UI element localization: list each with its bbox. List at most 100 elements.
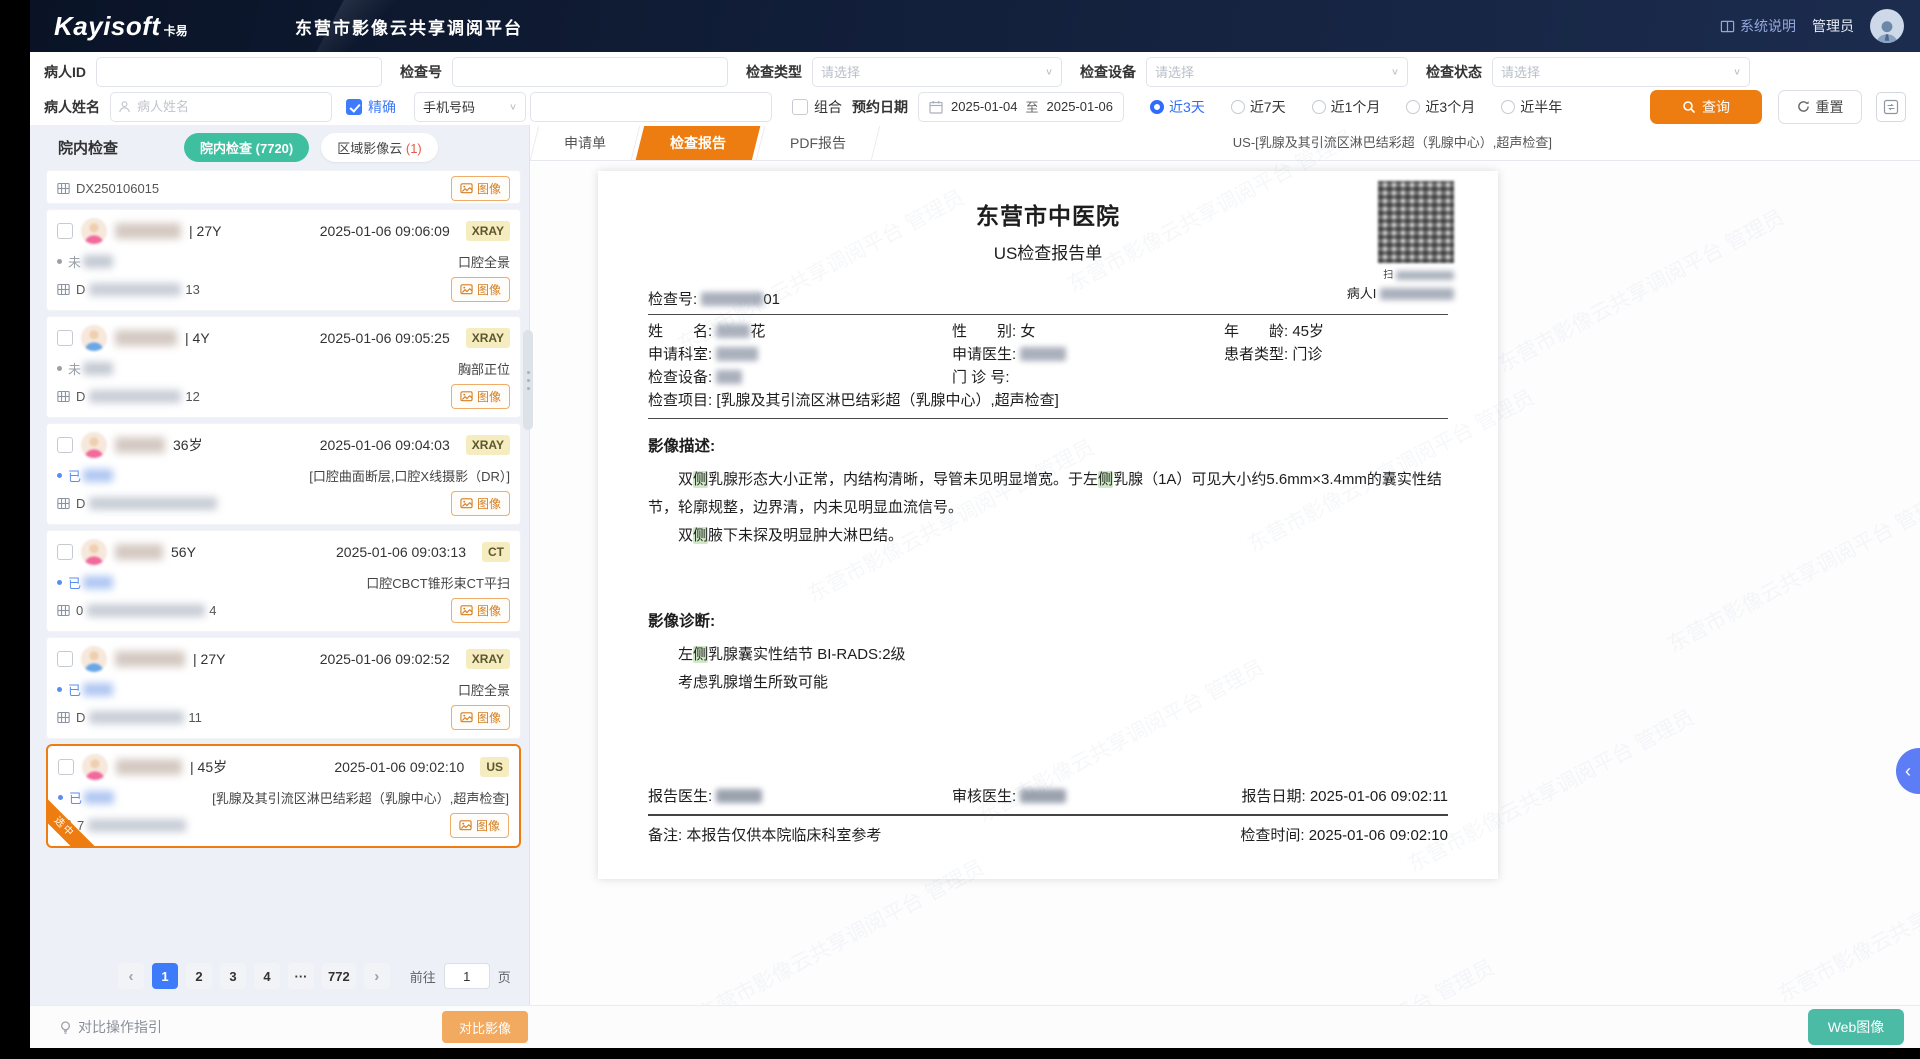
date-label: 预约日期 [852, 97, 908, 117]
accession-number: D [76, 710, 85, 725]
accession-number: 7 [77, 818, 84, 833]
accession-number: D [76, 282, 85, 297]
quick-range-近半年[interactable]: 近半年 [1501, 97, 1562, 117]
tab-request-form[interactable]: 申请单 [534, 126, 636, 160]
compare-guide-label: 对比操作指引 [78, 1017, 162, 1037]
book-icon [1720, 19, 1735, 34]
modality-badge: XRAY [466, 328, 510, 348]
date-to: 2025-01-06 [1047, 99, 1114, 114]
left-panel-title: 院内检查 [58, 137, 118, 158]
exam-list-item[interactable]: | 27Y2025-01-06 09:02:52XRAY已口腔全景D11图像 [46, 637, 521, 739]
image-button[interactable]: 图像 [451, 598, 510, 623]
exam-checkbox[interactable] [57, 437, 73, 453]
patient-id-input[interactable] [96, 57, 382, 87]
redacted-text [83, 255, 113, 268]
film-grid-icon [58, 819, 71, 832]
redacted-text [716, 324, 750, 338]
report-panel: 东营市影像云共享调阅平台 管理员东营市影像云共享调阅平台 管理员东营市影像云共享… [530, 125, 1920, 1005]
reset-button[interactable]: 重置 [1778, 90, 1862, 124]
logo: Kayisoft 卡易 [30, 11, 330, 42]
redacted-text [88, 819, 186, 832]
exam-status-select[interactable]: 请选择 ∨ [1492, 57, 1750, 87]
accession-number: D [76, 389, 85, 404]
image-button[interactable]: 图像 [451, 277, 510, 302]
exam-checkbox[interactable] [57, 544, 73, 560]
image-button[interactable]: 图像 [451, 491, 510, 516]
quick-range-近1个月[interactable]: 近1个月 [1312, 97, 1381, 117]
note-label: 备注: [648, 827, 682, 844]
switch-view-button[interactable] [1876, 92, 1906, 122]
redacted-patient-name [115, 651, 185, 667]
pagination: ‹ 1234···772 › 前往 页 [30, 947, 529, 1005]
goto-page-input[interactable] [444, 963, 490, 989]
exam-list-item[interactable]: 36岁2025-01-06 09:04:03XRAY已[口腔曲面断层,口腔X线摄… [46, 423, 521, 525]
status-text: 已 [68, 680, 81, 699]
system-help-label: 系统说明 [1740, 16, 1796, 36]
exam-checkbox[interactable] [57, 223, 73, 239]
pagination-ellipsis[interactable]: ··· [288, 963, 314, 989]
exam-checkbox[interactable] [57, 651, 73, 667]
redacted-text [89, 283, 181, 296]
exact-checkbox[interactable] [346, 99, 362, 115]
quick-range-近3天[interactable]: 近3天 [1150, 97, 1205, 117]
compare-guide-link[interactable]: 对比操作指引 [58, 1017, 162, 1037]
pagination-prev-button[interactable]: ‹ [118, 963, 144, 989]
combo-checkbox[interactable] [792, 99, 808, 115]
pagination-page-2[interactable]: 2 [186, 963, 212, 989]
search-button[interactable]: 查询 [1650, 90, 1762, 124]
tab-regional-cloud[interactable]: 区域影像云 (1) [321, 133, 438, 162]
exam-description: [口腔曲面断层,口腔X线摄影（DR）] [309, 466, 510, 485]
exam-device-select[interactable]: 请选择 ∨ [1146, 57, 1408, 87]
exam-list-item[interactable]: | 27Y2025-01-06 09:06:09XRAY未口腔全景D13图像 [46, 209, 521, 311]
compare-images-button[interactable]: 对比影像 [442, 1011, 528, 1043]
pagination-page-4[interactable]: 4 [254, 963, 280, 989]
exact-checkbox-group[interactable]: 精确 [346, 97, 396, 117]
pagination-page-1[interactable]: 1 [152, 963, 178, 989]
modality-badge: US [480, 757, 509, 777]
quick-range-近3个月[interactable]: 近3个月 [1406, 97, 1475, 117]
date-separator: 至 [1026, 97, 1039, 116]
panel-resize-handle[interactable] [523, 330, 533, 430]
exam-description: 口腔CBCT锥形束CT平扫 [366, 573, 510, 592]
filter-bar: 病人ID 检查号 检查类型 请选择 ∨ 检查设备 请选择 ∨ 检查状态 请选择 … [30, 52, 1920, 125]
qr-code [1378, 181, 1454, 263]
pagination-page-772[interactable]: 772 [322, 963, 356, 989]
image-button[interactable]: 图像 [451, 384, 510, 409]
logo-divider [316, 0, 414, 52]
exam-list-item[interactable]: DX250106015图像 [46, 170, 521, 204]
field-gender-label: 性 别: [952, 323, 1016, 340]
tab-exam-report[interactable]: 检查报告 [640, 126, 756, 160]
date-range-picker[interactable]: 2025-01-04 至 2025-01-06 [918, 92, 1124, 122]
image-button-label: 图像 [477, 180, 501, 197]
phone-type-select[interactable]: 手机号码 ∨ [414, 92, 526, 122]
image-button[interactable]: 图像 [451, 705, 510, 730]
system-help-link[interactable]: 系统说明 [1720, 16, 1796, 36]
tab-internal-exams[interactable]: 院内检查 (7720) [184, 133, 309, 162]
exam-list-item[interactable]: | 45岁2025-01-06 09:02:10US已[乳腺及其引流区淋巴结彩超… [46, 744, 521, 848]
pagination-next-button[interactable]: › [364, 963, 390, 989]
patient-age: | 27Y [193, 651, 225, 667]
patient-avatar [81, 218, 107, 244]
exam-list-item[interactable]: | 4Y2025-01-06 09:05:25XRAY未胸部正位D12图像 [46, 316, 521, 418]
patient-avatar-icon [81, 539, 107, 565]
patient-name-input[interactable] [110, 92, 332, 122]
web-image-button[interactable]: Web图像 [1808, 1009, 1904, 1045]
quick-range-近7天[interactable]: 近7天 [1231, 97, 1286, 117]
modality-badge: XRAY [466, 435, 510, 455]
phone-input[interactable] [530, 92, 772, 122]
image-button[interactable]: 图像 [451, 176, 510, 201]
current-exam-label: US-[乳腺及其引流区淋巴结彩超（乳腺中心）,超声检查] [1233, 125, 1552, 161]
desc-paragraph: 双侧乳腺形态大小正常，内结构清晰，导管未见明显增宽。于左侧乳腺（1A）可见大小约… [648, 466, 1448, 522]
tab-pdf-report[interactable]: PDF报告 [760, 126, 876, 160]
pagination-page-3[interactable]: 3 [220, 963, 246, 989]
goto-label: 前往 [410, 967, 436, 986]
user-avatar[interactable] [1870, 9, 1904, 43]
patient-name-field [110, 92, 332, 122]
exam-checkbox[interactable] [57, 330, 73, 346]
exam-list-item[interactable]: 56Y2025-01-06 09:03:13CT已口腔CBCT锥形束CT平扫04… [46, 530, 521, 632]
image-button[interactable]: 图像 [450, 813, 509, 838]
exam-no-input[interactable] [452, 57, 728, 87]
combo-checkbox-group[interactable]: 组合 [792, 97, 842, 117]
exam-type-select[interactable]: 请选择 ∨ [812, 57, 1062, 87]
exam-checkbox[interactable] [58, 759, 74, 775]
